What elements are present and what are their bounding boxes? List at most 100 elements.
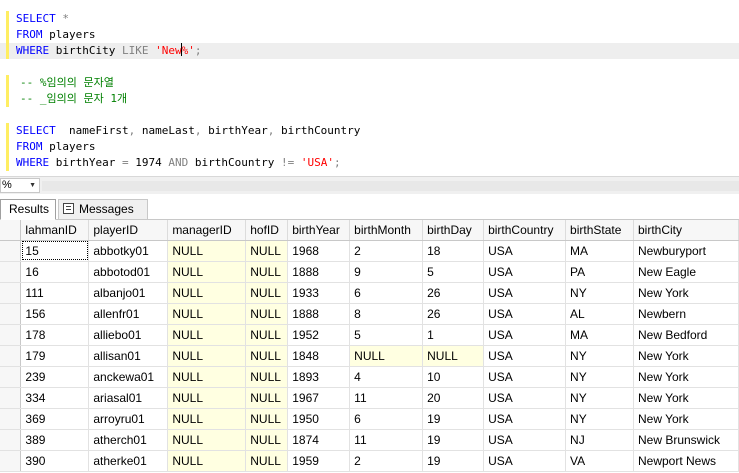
cell-birthday[interactable]: 19	[422, 429, 485, 451]
column-header-hofid[interactable]: hofID	[245, 220, 289, 241]
column-header-lahmanid[interactable]: lahmanID	[20, 220, 90, 241]
table-row[interactable]: 111 albanjo01 NULL NULL 1933 6 26 USA NY New York	[0, 282, 739, 304]
table-row[interactable]: 369 arroyru01 NULL NULL 1950 6 19 USA NY New York	[0, 408, 739, 430]
cell-hofid[interactable]: NULL	[245, 324, 289, 346]
cell-managerid[interactable]: NULL	[167, 303, 247, 325]
row-header[interactable]	[0, 408, 22, 430]
cell-lahmanid[interactable]: 178	[20, 324, 90, 346]
cell-playerid[interactable]: anckewa01	[88, 366, 169, 388]
cell-birthcountry[interactable]: USA	[483, 261, 567, 283]
cell-managerid[interactable]: NULL	[167, 408, 247, 430]
cell-birthcountry[interactable]: USA	[483, 345, 567, 367]
cell-birthmonth[interactable]: 9	[349, 261, 424, 283]
editor-line[interactable]	[0, 107, 739, 123]
cell-hofid[interactable]: NULL	[245, 240, 289, 262]
select-all-corner[interactable]	[0, 220, 22, 241]
row-header[interactable]	[0, 282, 22, 304]
cell-birthmonth[interactable]: 2	[349, 450, 424, 472]
cell-birthday[interactable]: 26	[422, 282, 485, 304]
cell-birthcountry[interactable]: USA	[483, 324, 567, 346]
cell-birthcountry[interactable]: USA	[483, 450, 567, 472]
cell-birthstate[interactable]: NY	[565, 366, 634, 388]
cell-birthday[interactable]: NULL	[422, 345, 485, 367]
row-header[interactable]	[0, 240, 22, 262]
cell-birthcity[interactable]: New York	[633, 366, 739, 388]
cell-playerid[interactable]: abbotky01	[88, 240, 169, 262]
cell-birthyear[interactable]: 1968	[287, 240, 351, 262]
cell-birthmonth[interactable]: 2	[349, 240, 424, 262]
column-header-birthyear[interactable]: birthYear	[287, 220, 351, 241]
column-header-birthstate[interactable]: birthState	[565, 220, 634, 241]
cell-birthstate[interactable]: NY	[565, 345, 634, 367]
cell-birthday[interactable]: 20	[422, 387, 485, 409]
cell-lahmanid[interactable]: 15	[20, 240, 90, 262]
cell-birthday[interactable]: 5	[422, 261, 485, 283]
cell-managerid[interactable]: NULL	[167, 429, 247, 451]
cell-lahmanid[interactable]: 369	[20, 408, 90, 430]
cell-hofid[interactable]: NULL	[245, 450, 289, 472]
cell-birthyear[interactable]: 1933	[287, 282, 351, 304]
cell-birthday[interactable]: 19	[422, 450, 485, 472]
editor-line[interactable]: WHERE birthYear = 1974 AND birthCountry …	[0, 155, 739, 171]
column-header-birthcity[interactable]: birthCity	[633, 220, 739, 241]
cell-hofid[interactable]: NULL	[245, 261, 289, 283]
cell-birthmonth[interactable]: 6	[349, 282, 424, 304]
editor-line[interactable]: -- %임의의 문자열	[0, 75, 739, 91]
cell-birthmonth[interactable]: 11	[349, 387, 424, 409]
table-row[interactable]: 15 abbotky01 NULL NULL 1968 2 18 USA MA Newburypo…	[0, 240, 739, 262]
editor-line[interactable]: -- _임의의 문자 1개	[0, 91, 739, 107]
editor-line[interactable]	[0, 59, 739, 75]
cell-birthmonth[interactable]: 11	[349, 429, 424, 451]
table-row[interactable]: 334 ariasal01 NULL NULL 1967 11 20 USA NY New Yor…	[0, 387, 739, 409]
cell-birthcity[interactable]: Newburyport	[633, 240, 739, 262]
cell-birthcountry[interactable]: USA	[483, 387, 567, 409]
tab-messages[interactable]: Messages	[58, 199, 148, 220]
cell-birthcity[interactable]: New Bedford	[633, 324, 739, 346]
cell-birthyear[interactable]: 1967	[287, 387, 351, 409]
cell-birthcity[interactable]: New Eagle	[633, 261, 739, 283]
cell-birthmonth[interactable]: NULL	[349, 345, 424, 367]
cell-hofid[interactable]: NULL	[245, 303, 289, 325]
table-row[interactable]: 389 atherch01 NULL NULL 1874 11 19 USA NJ New Bru…	[0, 429, 739, 451]
cell-playerid[interactable]: ariasal01	[88, 387, 169, 409]
cell-hofid[interactable]: NULL	[245, 282, 289, 304]
cell-managerid[interactable]: NULL	[167, 345, 247, 367]
cell-birthstate[interactable]: NY	[565, 408, 634, 430]
cell-managerid[interactable]: NULL	[167, 324, 247, 346]
cell-birthday[interactable]: 19	[422, 408, 485, 430]
row-header[interactable]	[0, 429, 22, 451]
cell-lahmanid[interactable]: 179	[20, 345, 90, 367]
cell-lahmanid[interactable]: 111	[20, 282, 90, 304]
cell-managerid[interactable]: NULL	[167, 261, 247, 283]
cell-birthday[interactable]: 10	[422, 366, 485, 388]
row-header[interactable]	[0, 450, 22, 472]
cell-birthcountry[interactable]: USA	[483, 303, 567, 325]
cell-birthstate[interactable]: NJ	[565, 429, 634, 451]
sql-editor[interactable]: SELECT * FROM players WHERE birthCity LIKE…	[0, 0, 739, 176]
cell-birthstate[interactable]: VA	[565, 450, 634, 472]
cell-birthmonth[interactable]: 5	[349, 324, 424, 346]
editor-line[interactable]: FROM players	[0, 139, 739, 155]
editor-line[interactable]: WHERE birthCity LIKE 'New%';	[0, 43, 739, 59]
cell-birthyear[interactable]: 1888	[287, 303, 351, 325]
cell-managerid[interactable]: NULL	[167, 366, 247, 388]
cell-birthyear[interactable]: 1950	[287, 408, 351, 430]
cell-birthstate[interactable]: PA	[565, 261, 634, 283]
cell-lahmanid[interactable]: 334	[20, 387, 90, 409]
cell-birthstate[interactable]: MA	[565, 324, 634, 346]
cell-birthyear[interactable]: 1848	[287, 345, 351, 367]
tab-results[interactable]: Results	[0, 199, 56, 220]
cell-managerid[interactable]: NULL	[167, 240, 247, 262]
column-header-playerid[interactable]: playerID	[88, 220, 169, 241]
cell-birthmonth[interactable]: 6	[349, 408, 424, 430]
column-header-birthcountry[interactable]: birthCountry	[483, 220, 567, 241]
table-row[interactable]: 178 alliebo01 NULL NULL 1952 5 1 USA MA New Bedfo…	[0, 324, 739, 346]
cell-birthyear[interactable]: 1888	[287, 261, 351, 283]
cell-managerid[interactable]: NULL	[167, 282, 247, 304]
table-row[interactable]: 390 atherke01 NULL NULL 1959 2 19 USA VA Newport …	[0, 450, 739, 472]
cell-hofid[interactable]: NULL	[245, 387, 289, 409]
column-header-birthmonth[interactable]: birthMonth	[349, 220, 424, 241]
cell-playerid[interactable]: atherke01	[88, 450, 169, 472]
editor-line[interactable]: SELECT nameFirst, nameLast, birthYear, b…	[0, 123, 739, 139]
cell-lahmanid[interactable]: 390	[20, 450, 90, 472]
